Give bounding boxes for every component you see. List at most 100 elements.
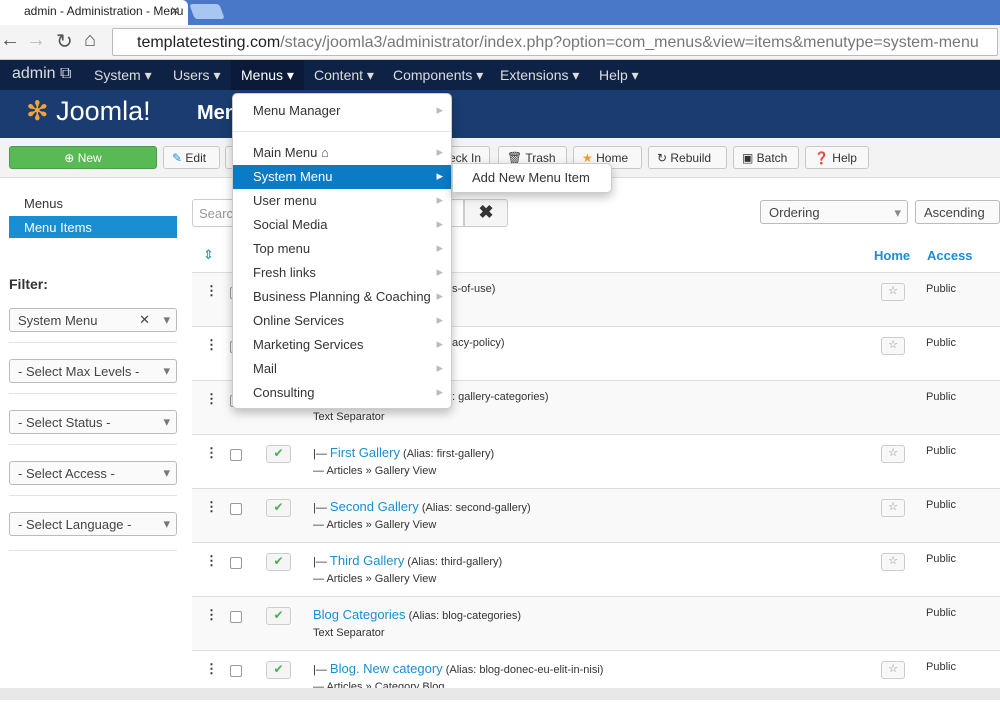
- nav-extensions[interactable]: Extensions ▾: [490, 60, 589, 90]
- menu-manager-item[interactable]: Menu Manager: [233, 99, 451, 123]
- close-tab-icon[interactable]: ✕: [170, 4, 180, 18]
- item-title: |— First Gallery (Alias: first-gallery): [313, 445, 495, 460]
- item-title: |— Blog. New category (Alias: blog-donec…: [313, 661, 604, 676]
- item-type: — Articles » Gallery View: [313, 519, 437, 531]
- sort-icon[interactable]: ⇕: [203, 247, 214, 263]
- new-button[interactable]: ⊕ New: [9, 146, 157, 169]
- drag-handle-icon[interactable]: ⋮: [205, 283, 218, 299]
- home-star-icon[interactable]: ☆: [881, 445, 905, 463]
- access-select[interactable]: - Select Access -: [9, 461, 177, 485]
- dropdown-menu-item[interactable]: Business Planning & Coaching: [233, 285, 451, 309]
- nav-users[interactable]: Users ▾: [163, 60, 230, 90]
- drag-handle-icon[interactable]: ⋮: [205, 445, 218, 461]
- browser-tab[interactable]: admin - Administration - Menu ✕: [0, 0, 188, 25]
- home-star-icon[interactable]: ☆: [881, 337, 905, 355]
- home-star-icon[interactable]: ☆: [881, 283, 905, 301]
- menu-filter-select[interactable]: System Menu ✕: [9, 308, 177, 332]
- home-star-icon[interactable]: ☆: [881, 499, 905, 517]
- access-level: Public: [926, 607, 956, 619]
- access-level: Public: [926, 661, 956, 673]
- language-select[interactable]: - Select Language -: [9, 512, 177, 536]
- drag-handle-icon[interactable]: ⋮: [205, 553, 218, 569]
- item-title: Blog Categories (Alias: blog-categories): [313, 607, 521, 622]
- item-type: Text Separator: [313, 411, 385, 423]
- dropdown-menu-item[interactable]: Social Media: [233, 213, 451, 237]
- item-type: Text Separator: [313, 627, 385, 639]
- forward-icon[interactable]: →: [26, 29, 46, 52]
- filter-label: Filter:: [9, 276, 48, 292]
- sidebar-item-menus[interactable]: Menus: [9, 192, 177, 214]
- home-star-icon[interactable]: ☆: [881, 661, 905, 679]
- home-icon: ⌂: [320, 145, 329, 160]
- dropdown-menu-item[interactable]: Consulting: [233, 381, 451, 405]
- browser-tab-bar: admin - Administration - Menu ✕: [0, 0, 1000, 25]
- item-alias: acy-policy): [452, 337, 505, 349]
- row-checkbox[interactable]: [230, 611, 242, 623]
- dropdown-menu-item[interactable]: User menu: [233, 189, 451, 213]
- nav-content[interactable]: Content ▾: [304, 60, 384, 90]
- status-bar: [0, 688, 1000, 700]
- rebuild-button[interactable]: ↻ Rebuild: [648, 146, 727, 169]
- dropdown-menu-item[interactable]: Fresh links: [233, 261, 451, 285]
- dropdown-menu-item[interactable]: Main Menu ⌂: [233, 141, 451, 165]
- item-title-link[interactable]: Blog Categories: [313, 607, 406, 622]
- direction-select[interactable]: Ascending: [915, 200, 1000, 224]
- row-checkbox[interactable]: [230, 557, 242, 569]
- published-toggle[interactable]: ✔: [266, 607, 291, 625]
- item-title: |— Second Gallery (Alias: second-gallery…: [313, 499, 531, 514]
- batch-button[interactable]: ▣ Batch: [733, 146, 799, 169]
- add-new-menu-item[interactable]: Add New Menu Item: [472, 170, 590, 185]
- item-alias: s-of-use): [452, 283, 496, 295]
- drag-handle-icon[interactable]: ⋮: [205, 607, 218, 623]
- joomla-logo: ✻ Joomla!: [26, 96, 151, 126]
- dropdown-menu-item[interactable]: Online Services: [233, 309, 451, 333]
- item-title-link[interactable]: Second Gallery: [330, 499, 419, 514]
- drag-handle-icon[interactable]: ⋮: [205, 391, 218, 407]
- published-toggle[interactable]: ✔: [266, 661, 291, 679]
- clear-search-button[interactable]: ✖: [464, 199, 508, 227]
- access-level: Public: [926, 499, 956, 511]
- column-home[interactable]: Home: [874, 248, 910, 263]
- drag-handle-icon[interactable]: ⋮: [205, 337, 218, 353]
- back-icon[interactable]: ←: [0, 29, 20, 52]
- nav-components[interactable]: Components ▾: [383, 60, 493, 90]
- dropdown-menu-item[interactable]: Top menu: [233, 237, 451, 261]
- dropdown-menu-item[interactable]: Mail: [233, 357, 451, 381]
- published-toggle[interactable]: ✔: [266, 499, 291, 517]
- item-title-link[interactable]: Third Gallery: [330, 553, 404, 568]
- home-star-icon[interactable]: ☆: [881, 553, 905, 571]
- new-tab-button[interactable]: [189, 4, 225, 19]
- access-level: Public: [926, 553, 956, 565]
- admin-link[interactable]: admin ⧉: [2, 60, 81, 90]
- published-toggle[interactable]: ✔: [266, 553, 291, 571]
- item-alias: (Alias: first-gallery): [403, 448, 495, 460]
- clear-icon[interactable]: ✕: [139, 312, 150, 328]
- row-checkbox[interactable]: [230, 503, 242, 515]
- home-icon[interactable]: ⌂: [84, 29, 96, 52]
- nav-system[interactable]: System ▾: [84, 60, 162, 90]
- status-select[interactable]: - Select Status -: [9, 410, 177, 434]
- reload-icon[interactable]: ↻: [56, 29, 73, 54]
- item-title-link[interactable]: Blog. New category: [330, 661, 443, 676]
- edit-button[interactable]: ✎ Edit: [163, 146, 220, 169]
- help-button[interactable]: ❓ Help: [805, 146, 869, 169]
- column-access[interactable]: Access: [927, 248, 973, 263]
- page-header: ✻ Joomla! Menu: [0, 90, 1000, 138]
- max-levels-select[interactable]: - Select Max Levels -: [9, 359, 177, 383]
- url-input[interactable]: templatetesting.com/stacy/joomla3/admini…: [112, 28, 998, 56]
- dropdown-menu-item[interactable]: System Menu: [233, 165, 451, 189]
- ordering-select[interactable]: Ordering ▾: [760, 200, 908, 224]
- row-checkbox[interactable]: [230, 449, 242, 461]
- address-bar: ← → ↻ ⌂ templatetesting.com/stacy/joomla…: [0, 25, 1000, 60]
- system-menu-submenu: Add New Menu Item: [452, 163, 612, 193]
- nav-help[interactable]: Help ▾: [589, 60, 649, 90]
- sidebar-item-menu-items[interactable]: Menu Items: [9, 216, 177, 238]
- item-title-link[interactable]: First Gallery: [330, 445, 400, 460]
- nav-menus[interactable]: Menus ▾: [231, 60, 304, 90]
- dropdown-menu-item[interactable]: Marketing Services: [233, 333, 451, 357]
- item-alias: (Alias: blog-donec-eu-elit-in-nisi): [445, 664, 604, 676]
- drag-handle-icon[interactable]: ⋮: [205, 661, 218, 677]
- row-checkbox[interactable]: [230, 665, 242, 677]
- published-toggle[interactable]: ✔: [266, 445, 291, 463]
- drag-handle-icon[interactable]: ⋮: [205, 499, 218, 515]
